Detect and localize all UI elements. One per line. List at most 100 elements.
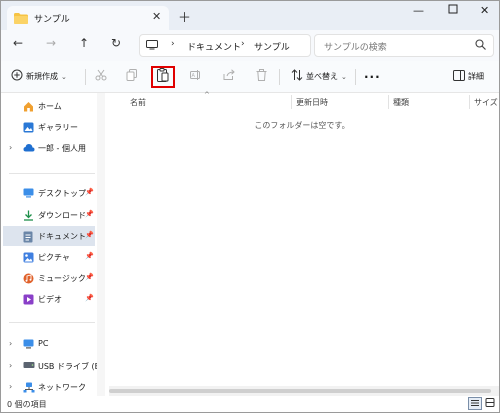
pin-icon: 📌: [85, 188, 94, 196]
cut-button[interactable]: [95, 61, 107, 92]
column-header-size[interactable]: サイズ: [474, 97, 498, 108]
sidebar-item-downloads[interactable]: ダウンロード 📌: [1, 205, 97, 225]
close-tab-icon[interactable]: ✕: [152, 10, 161, 23]
chevron-right-icon[interactable]: ›: [9, 339, 12, 348]
details-button[interactable]: 詳細: [453, 61, 484, 92]
chevron-right-icon[interactable]: ›: [9, 382, 12, 391]
sidebar-item-label: ビデオ: [38, 295, 62, 304]
rename-button[interactable]: A: [190, 61, 202, 92]
tiles-view-button[interactable]: [484, 397, 498, 410]
share-button[interactable]: [223, 61, 235, 92]
tab-sample[interactable]: サンプル ✕: [7, 6, 169, 30]
new-button[interactable]: 新規作成 ⌄: [11, 61, 67, 92]
sort-button[interactable]: 並べ替え ⌄: [291, 61, 347, 92]
chevron-right-icon: ›: [171, 39, 175, 49]
pin-icon: 📌: [85, 210, 94, 218]
pictures-icon: [23, 252, 34, 266]
more-icon: ···: [364, 69, 381, 84]
chevron-right-icon[interactable]: ›: [9, 143, 12, 152]
minimize-button[interactable]: —: [413, 4, 424, 17]
trash-icon: [256, 69, 267, 84]
network-icon: [23, 382, 35, 396]
horizontal-scrollbar[interactable]: [109, 386, 499, 396]
chevron-down-icon: ⌄: [341, 72, 347, 81]
monitor-icon: [146, 40, 158, 53]
scissors-icon: [95, 69, 107, 84]
chevron-right-icon[interactable]: ›: [9, 361, 12, 370]
details-label: 詳細: [468, 72, 484, 81]
search-input[interactable]: サンプルの検索: [324, 40, 387, 53]
pc-icon: [23, 339, 34, 352]
sidebar-item-label: ホーム: [38, 102, 62, 111]
sort-caret-icon: ^: [204, 91, 210, 99]
column-divider[interactable]: [469, 95, 470, 109]
pin-icon: 📌: [85, 231, 94, 239]
drive-icon: [23, 361, 35, 372]
sidebar-item-label: デスクトップ: [38, 189, 86, 198]
sidebar-item-onedrive[interactable]: › 一郎 - 個人用: [1, 138, 97, 158]
sidebar-item-label: ダウンロード: [38, 211, 86, 220]
desktop-icon: [23, 188, 34, 201]
sidebar-item-label: ドキュメント: [38, 232, 86, 241]
new-label: 新規作成: [26, 72, 58, 81]
video-icon: [23, 294, 34, 308]
document-icon: [23, 231, 33, 246]
sidebar-divider: [9, 322, 95, 323]
back-button[interactable]: ←: [13, 36, 23, 50]
column-divider[interactable]: [388, 95, 389, 109]
sidebar-divider: [9, 173, 95, 174]
breadcrumb-documents[interactable]: ドキュメント: [187, 40, 241, 53]
sidebar-item-documents[interactable]: ドキュメント 📌: [3, 226, 95, 246]
download-icon: [23, 210, 34, 224]
sidebar-item-music[interactable]: ミュージック 📌: [1, 268, 97, 288]
toolbar-divider: [85, 69, 86, 85]
sidebar-item-pc[interactable]: › PC: [1, 334, 97, 354]
delete-button[interactable]: [256, 61, 267, 92]
navigation-bar: ← → ↑ ↻ › ドキュメント › サンプル サンプルの検索: [1, 30, 499, 61]
sidebar-item-gallery[interactable]: ギャラリー: [1, 117, 97, 137]
sidebar-item-label: ピクチャ: [38, 253, 70, 262]
sidebar-scrollbar[interactable]: [97, 93, 105, 396]
close-window-button[interactable]: ✕: [480, 4, 489, 17]
home-icon: [23, 101, 34, 115]
new-tab-button[interactable]: ＋: [178, 7, 191, 26]
scroll-thumb[interactable]: [109, 389, 491, 393]
refresh-button[interactable]: ↻: [111, 36, 121, 50]
add-icon: [11, 69, 23, 84]
column-header-type[interactable]: 種類: [393, 97, 409, 108]
share-icon: [223, 69, 235, 84]
up-button[interactable]: ↑: [79, 36, 89, 50]
details-view-button[interactable]: [468, 397, 482, 410]
column-divider[interactable]: [291, 95, 292, 109]
sidebar-item-desktop[interactable]: デスクトップ 📌: [1, 183, 97, 203]
column-header-modified[interactable]: 更新日時: [296, 97, 328, 108]
explorer-window: サンプル ✕ ＋ — ✕ ← → ↑ ↻ › ドキュメント › サンプル サンプ…: [0, 0, 500, 413]
search-icon: [475, 39, 486, 53]
sidebar-item-videos[interactable]: ビデオ 📌: [1, 289, 97, 309]
search-box[interactable]: サンプルの検索: [314, 34, 494, 57]
details-pane-icon: [453, 69, 465, 84]
address-bar[interactable]: › ドキュメント › サンプル: [139, 34, 311, 57]
column-header-name[interactable]: 名前: [130, 97, 146, 108]
sidebar-item-label: 一郎 - 個人用: [38, 144, 86, 153]
navigation-pane: ホーム ギャラリー › 一郎 - 個人用 デスクトップ 📌 ダウンロード 📌 ド…: [1, 93, 106, 397]
music-icon: [23, 273, 34, 287]
copy-button[interactable]: [126, 61, 138, 92]
forward-button[interactable]: →: [46, 36, 56, 50]
more-options-button[interactable]: ···: [364, 61, 381, 92]
tab-label: サンプル: [34, 15, 70, 25]
cloud-icon: [23, 143, 35, 155]
sort-icon: [291, 69, 303, 84]
pin-icon: 📌: [85, 294, 94, 302]
sidebar-item-pictures[interactable]: ピクチャ 📌: [1, 247, 97, 267]
folder-icon: [14, 13, 28, 27]
sidebar-item-usb-drive[interactable]: › USB ドライブ (E:): [1, 356, 106, 376]
sidebar-item-network[interactable]: › ネットワーク: [1, 377, 97, 397]
sidebar-item-label: ギャラリー: [38, 123, 78, 132]
breadcrumb-sample[interactable]: サンプル: [254, 40, 290, 53]
sidebar-item-home[interactable]: ホーム: [1, 96, 97, 116]
sidebar-item-label: PC: [38, 339, 49, 348]
maximize-button[interactable]: [448, 4, 458, 17]
toolbar-divider: [279, 69, 280, 85]
paste-highlight-box: [151, 66, 175, 88]
